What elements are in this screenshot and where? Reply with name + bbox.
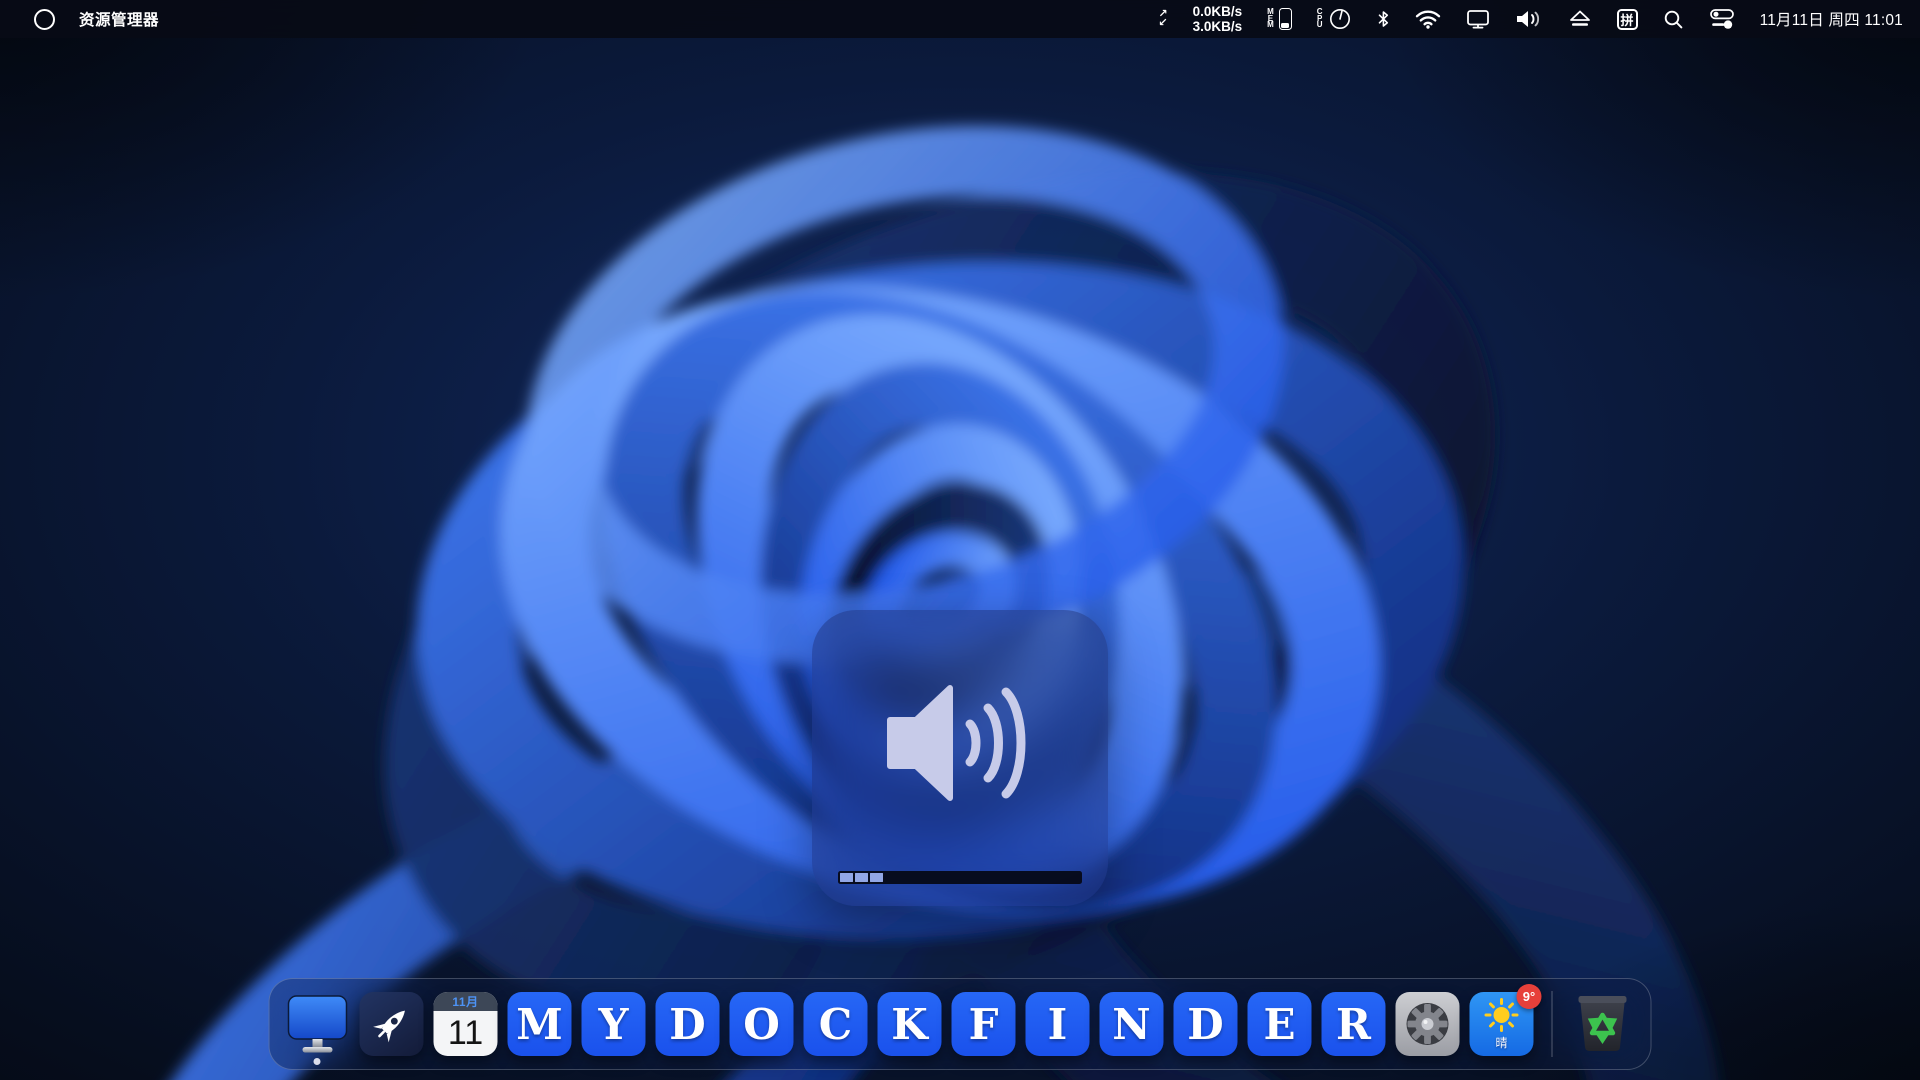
input-method-icon[interactable]: 拼 [1617,9,1638,30]
volume-segment [901,873,914,882]
wallpaper-bloom [0,0,1920,1080]
network-arrows-icon[interactable]: ↗ ↙ [1158,10,1167,28]
memory-meter[interactable]: MEM [1267,8,1292,30]
desktop: 资源管理器 ↗ ↙ 0.0KB/s 3.0KB/s MEM CPU [0,0,1920,1080]
dock-separator [1552,991,1553,1057]
dock-item-launchpad[interactable] [360,992,424,1056]
cpu-label: CPU [1317,9,1323,29]
dock-item-settings[interactable] [1396,992,1460,1056]
volume-segment [1037,873,1050,882]
volume-segment [946,873,959,882]
dock-letter-tile[interactable]: F [952,992,1016,1056]
dock-letter: O [743,1000,780,1049]
active-app-title[interactable]: 资源管理器 [79,8,159,30]
dock-letter: F [969,1000,999,1049]
dock-item-display-app[interactable] [286,992,350,1056]
dock-letter: C [819,1000,852,1049]
gear-icon [1402,998,1454,1050]
arrow-down-left-icon: ↙ [1158,19,1167,28]
dock-letter: I [1048,1000,1068,1049]
volume-segment [931,873,944,882]
weather-condition: 晴 [1495,1034,1507,1051]
dock-letter-tile[interactable]: R [1322,992,1386,1056]
volume-segment [961,873,974,882]
dock-letter: K [891,1000,928,1049]
rocket-icon [369,1001,415,1047]
volume-level-bar [838,871,1082,884]
dock-letter-tile[interactable]: D [1174,992,1238,1056]
volume-segment [1052,873,1065,882]
dock-letter-tile[interactable]: C [804,992,868,1056]
network-speed-readout[interactable]: 0.0KB/s 3.0KB/s [1193,4,1243,34]
volume-segment [991,873,1004,882]
speaker-waves-icon [872,672,1048,814]
volume-segment [976,873,989,882]
volume-icon[interactable] [1515,9,1543,29]
calendar-day: 11 [434,1011,498,1056]
volume-segment [870,873,883,882]
menu-bar: 资源管理器 ↗ ↙ 0.0KB/s 3.0KB/s MEM CPU [0,0,1920,38]
display-icon[interactable] [1466,9,1490,29]
dock-item-calendar[interactable]: 11月 11 [434,992,498,1056]
eject-icon[interactable] [1568,10,1592,28]
net-upload-speed: 0.0KB/s [1193,4,1243,19]
volume-segment [1006,873,1019,882]
control-center-icon[interactable] [1709,8,1735,30]
sun-icon [1482,997,1522,1033]
search-icon[interactable] [1663,9,1684,30]
cpu-gauge-icon [1328,7,1352,31]
dock: 11月 11 M Y D O C K F I N D E R [269,978,1652,1070]
volume-segment [1022,873,1035,882]
menu-bar-clock[interactable]: 11月11日 周四 11:01 [1760,8,1903,30]
dock-item-weather[interactable]: 晴 9° [1470,992,1534,1056]
net-download-speed: 3.0KB/s [1193,19,1243,34]
dock-letter: N [1112,1000,1150,1049]
dock-letter-tile[interactable]: N [1100,992,1164,1056]
calendar-month: 11月 [434,992,498,1011]
dock-letter-tile[interactable]: O [730,992,794,1056]
recycle-bin-icon [1572,993,1634,1055]
mem-label: MEM [1267,9,1274,29]
dock-letter: Y [599,1000,629,1049]
running-app-indicator [314,1058,321,1065]
dock-letter-tile[interactable]: D [656,992,720,1056]
volume-segment [885,873,898,882]
dock-letter: D [1187,1000,1223,1049]
dock-letter: D [669,1000,705,1049]
memory-level-icon [1279,8,1292,30]
dock-letter-tile[interactable]: K [878,992,942,1056]
cpu-meter[interactable]: CPU [1317,7,1352,31]
volume-segment [916,873,929,882]
dock-letter-tile[interactable]: E [1248,992,1312,1056]
volume-segment [855,873,868,882]
monitor-icon [286,992,350,1056]
system-logo-icon[interactable] [34,9,55,30]
dock-letter-tile[interactable]: Y [582,992,646,1056]
bluetooth-icon[interactable] [1377,10,1390,28]
wifi-icon[interactable] [1415,9,1441,29]
dock-item-trash[interactable] [1571,992,1635,1056]
volume-segment [1067,873,1080,882]
dock-letter-tile[interactable]: M [508,992,572,1056]
weather-badge: 9° [1517,984,1542,1009]
volume-segment [840,873,853,882]
dock-letter: R [1336,1000,1371,1049]
dock-letter: M [516,1000,563,1049]
dock-letter: E [1263,1000,1295,1049]
volume-hud-overlay [812,610,1108,906]
dock-letter-tile[interactable]: I [1026,992,1090,1056]
